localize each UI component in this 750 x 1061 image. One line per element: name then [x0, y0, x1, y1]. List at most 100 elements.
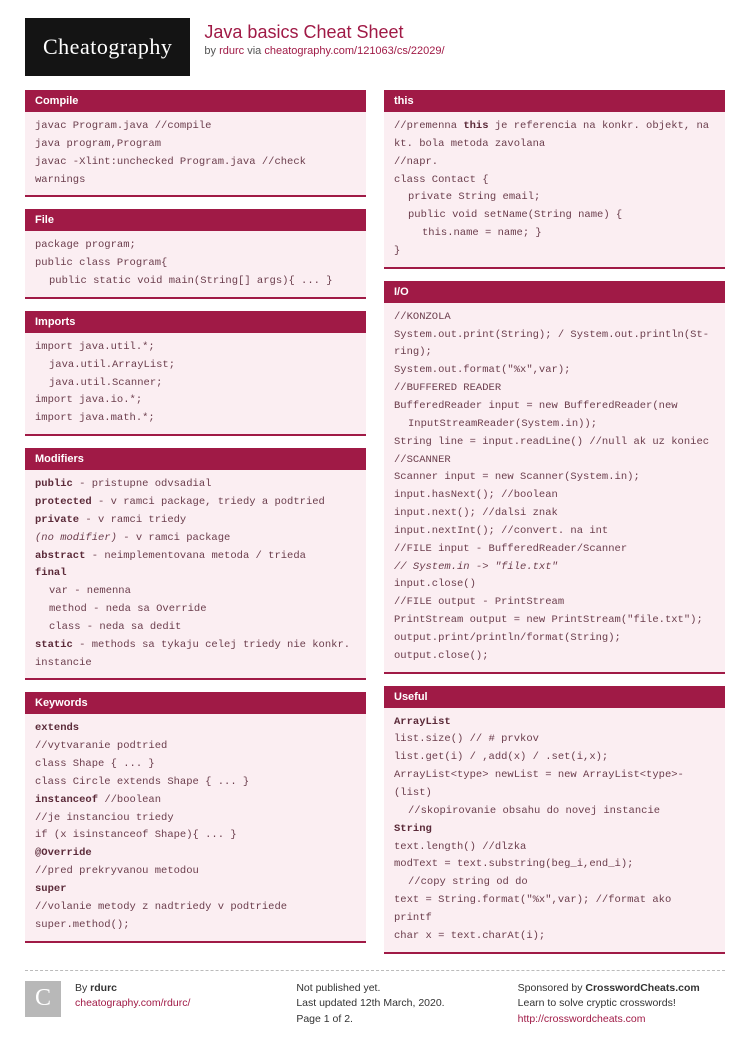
code-line: //pred prekryvanou metodou: [35, 863, 356, 881]
block-header: Imports: [25, 311, 366, 333]
code-line: PrintStream output = new PrintStream("fi…: [394, 612, 715, 630]
code-line: java.util.Scanner;: [35, 375, 356, 393]
page-title: Java basics Cheat Sheet: [204, 22, 444, 43]
code-line: System.out.print(String); / System.out.p…: [394, 327, 715, 345]
block-header: this: [384, 90, 725, 112]
code-line: list.size() // # prvkov: [394, 731, 715, 749]
code-line: ring);: [394, 344, 715, 362]
code-line: text.length() //dlzka: [394, 839, 715, 857]
code-line: class - neda sa dedit: [35, 619, 356, 637]
footer-meta: Not published yet. Last updated 12th Mar…: [296, 981, 503, 1028]
code-line: //je instanciou triedy: [35, 810, 356, 828]
by-label: by: [204, 45, 219, 57]
footer-author-name: rdurc: [90, 982, 117, 994]
code-line: ArrayList: [394, 714, 715, 732]
code-line: import java.util.*;: [35, 339, 356, 357]
code-line: public static void main(String[] args){ …: [35, 273, 356, 291]
source-url-link[interactable]: cheatography.com/121063/cs/22029/: [264, 45, 444, 57]
code-line: //skopirovanie obsahu do novej instancie: [394, 803, 715, 821]
code-line: text = String.format("%x",var); //format…: [394, 892, 715, 928]
code-line: //FILE output - PrintStream: [394, 594, 715, 612]
footer-published: Not published yet.: [296, 981, 503, 997]
block-header: Keywords: [25, 692, 366, 714]
code-line: //vytvaranie podtried: [35, 738, 356, 756]
code-line: }: [394, 243, 715, 261]
block-body: //premenna this je referencia na konkr. …: [384, 112, 725, 269]
block-body: ArrayListlist.size() // # prvkovlist.get…: [384, 708, 725, 954]
code-line: extends: [35, 720, 356, 738]
code-line: @Override: [35, 845, 356, 863]
cheat-block: Modifierspublic - pristupne odvsadialpro…: [25, 448, 366, 680]
code-line: //copy string od do: [394, 874, 715, 892]
code-line: static - methods sa tykaju celej triedy …: [35, 637, 356, 655]
cheat-block: Keywordsextends//vytvaranie podtriedclas…: [25, 692, 366, 942]
code-line: abstract - neimplementovana metoda / tri…: [35, 548, 356, 566]
right-column: this //premenna this je referencia na kon…: [384, 90, 725, 954]
code-line: class Contact {: [394, 172, 715, 190]
code-line: input.next(); //dalsi znak: [394, 505, 715, 523]
code-line: protected - v ramci package, triedy a po…: [35, 494, 356, 512]
cheat-block: Importsimport java.util.*;java.util.Arra…: [25, 311, 366, 436]
block-header: Compile: [25, 90, 366, 112]
code-line: BufferedReader input = new BufferedReade…: [394, 398, 715, 416]
code-line: output.close();: [394, 648, 715, 666]
block-body: extends//vytvaranie podtriedclass Shape …: [25, 714, 366, 942]
code-line: input.close(): [394, 576, 715, 594]
code-line: java program,Program: [35, 136, 356, 154]
code-line: char x = text.charAt(i);: [394, 928, 715, 946]
code-line: (no modifier) - v ramci package: [35, 530, 356, 548]
block-header: I/O: [384, 281, 725, 303]
cheat-block: UsefulArrayListlist.size() // # prvkovli…: [384, 686, 725, 954]
footer-sponsor: Sponsored by CrosswordCheats.com Learn t…: [518, 981, 725, 1028]
block-header: File: [25, 209, 366, 231]
avatar: C: [25, 981, 61, 1017]
code-line: list.get(i) / ,add(x) / .set(i,x);: [394, 749, 715, 767]
code-line: private - v ramci triedy: [35, 512, 356, 530]
code-line: if (x isinstanceof Shape){ ... }: [35, 827, 356, 845]
footer-author: By rdurc cheatography.com/rdurc/: [75, 981, 282, 1028]
code-line: javac -Xlint:unchecked Program.java //ch…: [35, 154, 356, 172]
sponsor-name: CrosswordCheats.com: [585, 982, 699, 994]
code-line: //FILE input - BufferedReader/Scanner: [394, 541, 715, 559]
page-header: Cheatography Java basics Cheat Sheet by …: [25, 18, 725, 76]
code-line: method - neda sa Override: [35, 601, 356, 619]
code-line: input.nextInt(); //convert. na int: [394, 523, 715, 541]
code-line: public void setName(String name) {: [394, 207, 715, 225]
code-line: ArrayList<type> newList = new ArrayList<…: [394, 767, 715, 785]
footer-author-url[interactable]: cheatography.com/rdurc/: [75, 997, 190, 1009]
code-line: input.hasNext(); //boolean: [394, 487, 715, 505]
block-header: Useful: [384, 686, 725, 708]
code-line: //premenna this je referencia na konkr. …: [394, 118, 715, 136]
code-line: super: [35, 881, 356, 899]
sponsor-label: Sponsored by: [518, 982, 586, 994]
block-body: package program;public class Program{pub…: [25, 231, 366, 299]
logo: Cheatography: [25, 18, 190, 76]
code-line: // System.in -> "file.txt": [394, 559, 715, 577]
cheat-block: I/O//KONZOLASystem.out.print(String); / …: [384, 281, 725, 674]
code-line: //BUFFERED READER: [394, 380, 715, 398]
code-line: javac Program.java //compile: [35, 118, 356, 136]
footer-by-label: By: [75, 982, 90, 994]
via-label: via: [244, 45, 264, 57]
code-line: instanceof //boolean: [35, 792, 356, 810]
sponsor-tagline: Learn to solve cryptic crosswords!: [518, 996, 725, 1012]
code-line: //volanie metody z nadtriedy v podtriede: [35, 899, 356, 917]
code-line: //SCANNER: [394, 452, 715, 470]
code-line: class Shape { ... }: [35, 756, 356, 774]
cheat-block: this //premenna this je referencia na kon…: [384, 90, 725, 269]
code-line: String: [394, 821, 715, 839]
code-line: Scanner input = new Scanner(System.in);: [394, 469, 715, 487]
block-body: public - pristupne odvsadialprotected - …: [25, 470, 366, 680]
code-line: var - nemenna: [35, 583, 356, 601]
code-line: (list): [394, 785, 715, 803]
block-body: //KONZOLASystem.out.print(String); / Sys…: [384, 303, 725, 674]
code-line: //KONZOLA: [394, 309, 715, 327]
code-line: import java.io.*;: [35, 392, 356, 410]
cheat-block: Filepackage program;public class Program…: [25, 209, 366, 299]
code-line: modText = text.substring(beg_i,end_i);: [394, 856, 715, 874]
code-line: private String email;: [394, 189, 715, 207]
sponsor-url[interactable]: http://crosswordcheats.com: [518, 1013, 646, 1025]
code-line: class Circle extends Shape { ... }: [35, 774, 356, 792]
author-link[interactable]: rdurc: [219, 45, 244, 57]
left-column: Compile javac Program.java //compilejava …: [25, 90, 366, 954]
